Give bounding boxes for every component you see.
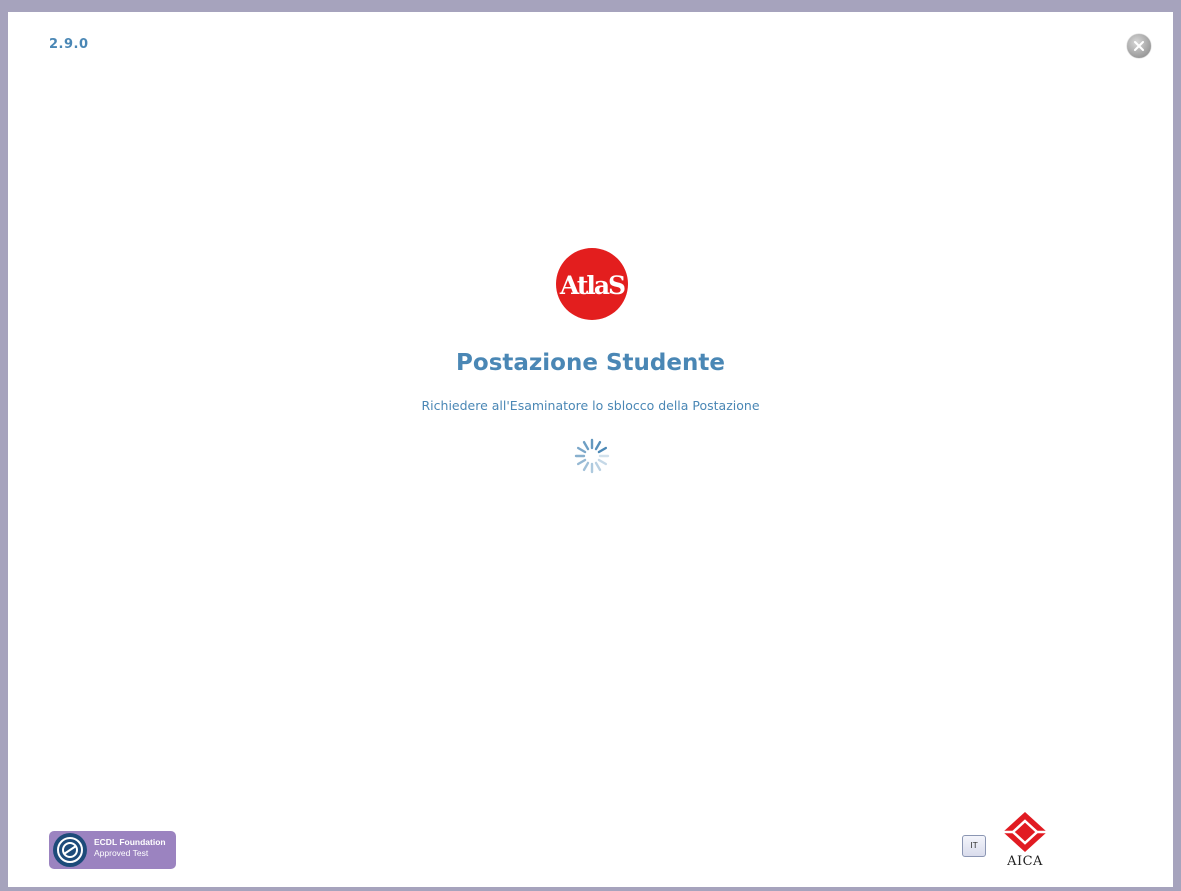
ecdl-approved-badge: ECDL Foundation Approved Test	[49, 831, 176, 869]
spinner-spoke	[594, 440, 602, 451]
loading-spinner-icon	[573, 437, 611, 475]
spinner-spoke	[576, 446, 587, 454]
atlas-logo: AtlaS	[556, 248, 628, 320]
aica-logo: AICA	[1003, 812, 1047, 872]
atlas-logo-text: AtlaS	[559, 271, 625, 300]
spinner-spoke	[576, 458, 587, 466]
spinner-spoke	[594, 461, 602, 472]
atlas-logo-mark: AtlaS	[559, 271, 627, 300]
close-button[interactable]	[1127, 34, 1151, 58]
version-label: 2.9.0	[49, 37, 89, 52]
close-icon	[1134, 41, 1144, 51]
app-window: 2.9.0 AtlaS Postazione Studente Richiede…	[0, 0, 1181, 891]
ecdl-logo-icon	[53, 833, 87, 867]
ecdl-badge-text: ECDL Foundation Approved Test	[94, 837, 174, 859]
page-title: Postazione Studente	[456, 350, 725, 376]
spinner-spoke	[582, 461, 590, 472]
aica-logo-mark	[1003, 812, 1047, 852]
spinner-spoke	[597, 446, 608, 454]
ecdl-badge-line1: ECDL Foundation	[94, 837, 166, 847]
spinner-spoke	[597, 458, 608, 466]
language-button[interactable]: IT	[962, 835, 986, 857]
spinner-spoke	[582, 440, 590, 451]
aica-logo-text: AICA	[1007, 854, 1043, 869]
status-message: Richiedere all'Esaminatore lo sblocco de…	[421, 398, 760, 413]
ecdl-badge-line2: Approved Test	[94, 848, 149, 858]
